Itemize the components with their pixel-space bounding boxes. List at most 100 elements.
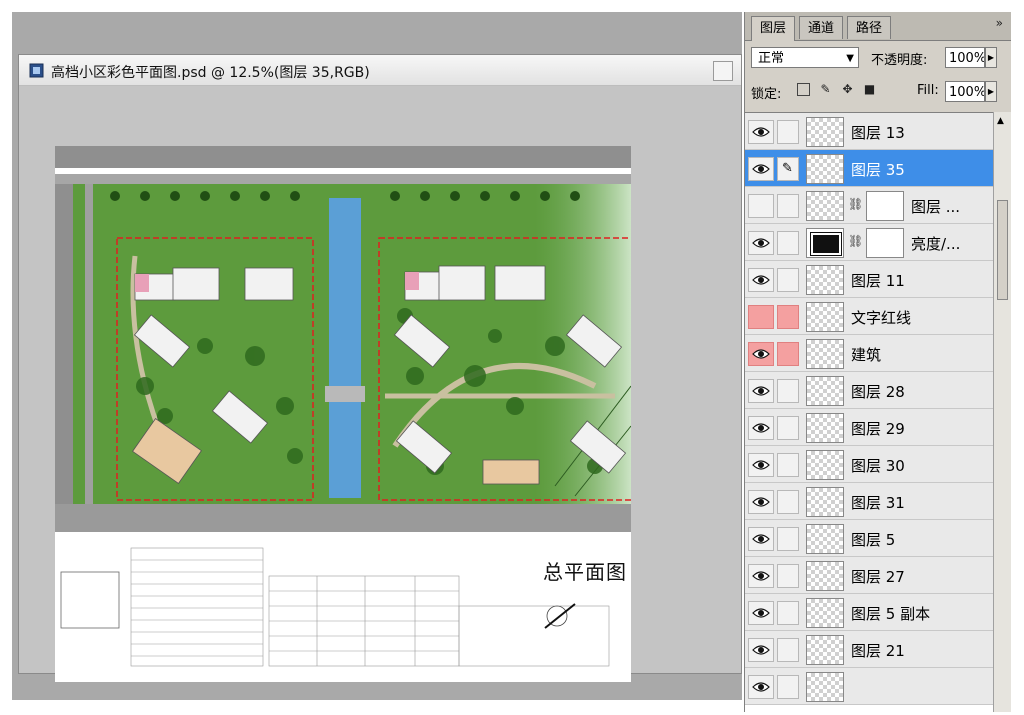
- layer-link-toggle[interactable]: [777, 601, 799, 625]
- lock-label: 锁定:: [751, 87, 782, 102]
- brush-icon: ✎: [782, 161, 793, 176]
- lock-move-icon[interactable]: ✥: [841, 83, 854, 96]
- layer-mask-thumbnail[interactable]: [866, 191, 904, 221]
- layer-link-toggle[interactable]: [777, 231, 799, 255]
- layer-link-toggle[interactable]: [777, 120, 799, 144]
- workspace: 高档小区彩色平面图.psd @ 12.5%(图层 35,RGB) 总平面图: [12, 12, 742, 700]
- site-plan-image: [55, 146, 631, 682]
- lock-transparency-icon[interactable]: [797, 83, 810, 96]
- layers-panel: 图层 通道 路径 » 正常 ▼ 不透明度: 100% ▶ 锁定: ✎ ✥ ■ F…: [744, 12, 1011, 712]
- photoshop-file-icon: [29, 63, 44, 78]
- layer-thumbnail: [806, 635, 844, 665]
- eye-icon: [752, 127, 770, 137]
- eye-icon: [752, 275, 770, 285]
- mask-link-icon[interactable]: ⛓: [848, 234, 863, 248]
- layer-thumbnail: [806, 672, 844, 702]
- layer-link-toggle[interactable]: [777, 453, 799, 477]
- layer-link-toggle[interactable]: [777, 490, 799, 514]
- canvas-area[interactable]: 总平面图: [19, 86, 741, 682]
- layer-name: 图层 29: [851, 420, 905, 438]
- fill-label: Fill:: [917, 83, 939, 98]
- opacity-input[interactable]: 100%: [945, 47, 985, 68]
- layer-name: 图层 30: [851, 457, 905, 475]
- fill-slider-button[interactable]: ▶: [985, 81, 997, 102]
- layer-link-toggle[interactable]: [777, 268, 799, 292]
- layer-name: 图层 ...: [911, 198, 961, 216]
- layer-row[interactable]: 图层 5 副本: [745, 594, 993, 631]
- layer-link-toggle[interactable]: [777, 638, 799, 662]
- layer-row[interactable]: 文字红线: [745, 298, 993, 335]
- window-control-button[interactable]: [713, 61, 733, 81]
- document-titlebar[interactable]: 高档小区彩色平面图.psd @ 12.5%(图层 35,RGB): [19, 55, 741, 86]
- tab-channels[interactable]: 通道: [799, 16, 844, 39]
- visibility-toggle[interactable]: [748, 675, 774, 699]
- visibility-toggle[interactable]: [748, 157, 774, 181]
- visibility-toggle[interactable]: [748, 601, 774, 625]
- layer-link-toggle[interactable]: [777, 305, 799, 329]
- layer-link-toggle[interactable]: [777, 675, 799, 699]
- visibility-toggle[interactable]: [748, 416, 774, 440]
- eye-icon: [752, 497, 770, 507]
- layer-link-toggle[interactable]: [777, 379, 799, 403]
- lock-paint-icon[interactable]: ✎: [819, 83, 832, 96]
- layer-row[interactable]: 建筑: [745, 335, 993, 372]
- scrollbar-thumb[interactable]: [997, 200, 1008, 300]
- visibility-toggle[interactable]: [748, 268, 774, 292]
- layer-link-toggle[interactable]: [777, 527, 799, 551]
- visibility-toggle[interactable]: [748, 638, 774, 662]
- layer-name: 图层 13: [851, 124, 905, 142]
- mask-link-icon[interactable]: ⛓: [848, 197, 863, 211]
- layer-row[interactable]: 图层 30: [745, 446, 993, 483]
- layer-row[interactable]: 图层 5: [745, 520, 993, 557]
- lock-all-icon[interactable]: ■: [863, 83, 876, 96]
- opacity-label: 不透明度:: [871, 53, 928, 68]
- visibility-toggle[interactable]: [748, 490, 774, 514]
- plan-title: 总平面图: [543, 560, 627, 584]
- visibility-toggle[interactable]: [748, 564, 774, 588]
- layers-scrollbar[interactable]: ▲: [993, 112, 1011, 712]
- visibility-toggle[interactable]: [748, 231, 774, 255]
- layer-name: 图层 31: [851, 494, 905, 512]
- site-plan-canvas[interactable]: 总平面图: [55, 146, 631, 682]
- visibility-toggle[interactable]: [748, 527, 774, 551]
- layer-row[interactable]: [745, 668, 993, 705]
- layer-row[interactable]: 图层 29: [745, 409, 993, 446]
- visibility-toggle[interactable]: [748, 194, 774, 218]
- visibility-toggle[interactable]: [748, 305, 774, 329]
- layer-row[interactable]: 图层 11: [745, 261, 993, 298]
- visibility-toggle[interactable]: [748, 453, 774, 477]
- panel-menu-icon[interactable]: »: [996, 16, 1003, 30]
- layer-link-toggle[interactable]: [777, 416, 799, 440]
- visibility-toggle[interactable]: [748, 342, 774, 366]
- layer-name: 图层 35: [851, 161, 905, 179]
- tab-layers[interactable]: 图层: [751, 16, 796, 41]
- layer-link-toggle[interactable]: [777, 342, 799, 366]
- visibility-toggle[interactable]: [748, 379, 774, 403]
- layer-row[interactable]: ⛓ 图层 ...: [745, 187, 993, 224]
- layer-row[interactable]: ⛓ 亮度/...: [745, 224, 993, 261]
- layer-name: 图层 21: [851, 642, 905, 660]
- fill-input[interactable]: 100%: [945, 81, 985, 102]
- visibility-toggle[interactable]: [748, 120, 774, 144]
- tab-paths[interactable]: 路径: [847, 16, 892, 39]
- layer-row[interactable]: 图层 13: [745, 113, 993, 150]
- layer-thumbnail: [806, 265, 844, 295]
- layer-name: 图层 5 副本: [851, 605, 931, 623]
- layer-thumbnail: [806, 413, 844, 443]
- layer-link-toggle[interactable]: [777, 194, 799, 218]
- layer-row[interactable]: 图层 31: [745, 483, 993, 520]
- layer-thumbnail: [806, 302, 844, 332]
- layer-thumbnail: [806, 598, 844, 628]
- blend-mode-select[interactable]: 正常 ▼: [751, 47, 859, 68]
- opacity-slider-button[interactable]: ▶: [985, 47, 997, 68]
- layer-row[interactable]: 图层 27: [745, 557, 993, 594]
- layer-link-toggle[interactable]: ✎: [777, 157, 799, 181]
- layer-mask-thumbnail[interactable]: [866, 228, 904, 258]
- layer-row[interactable]: 图层 21: [745, 631, 993, 668]
- layer-link-toggle[interactable]: [777, 564, 799, 588]
- layer-row[interactable]: ✎ 图层 35: [745, 150, 993, 187]
- scroll-up-icon[interactable]: ▲: [997, 116, 1004, 126]
- eye-icon: [752, 682, 770, 692]
- layer-row[interactable]: 图层 28: [745, 372, 993, 409]
- eye-icon: [752, 571, 770, 581]
